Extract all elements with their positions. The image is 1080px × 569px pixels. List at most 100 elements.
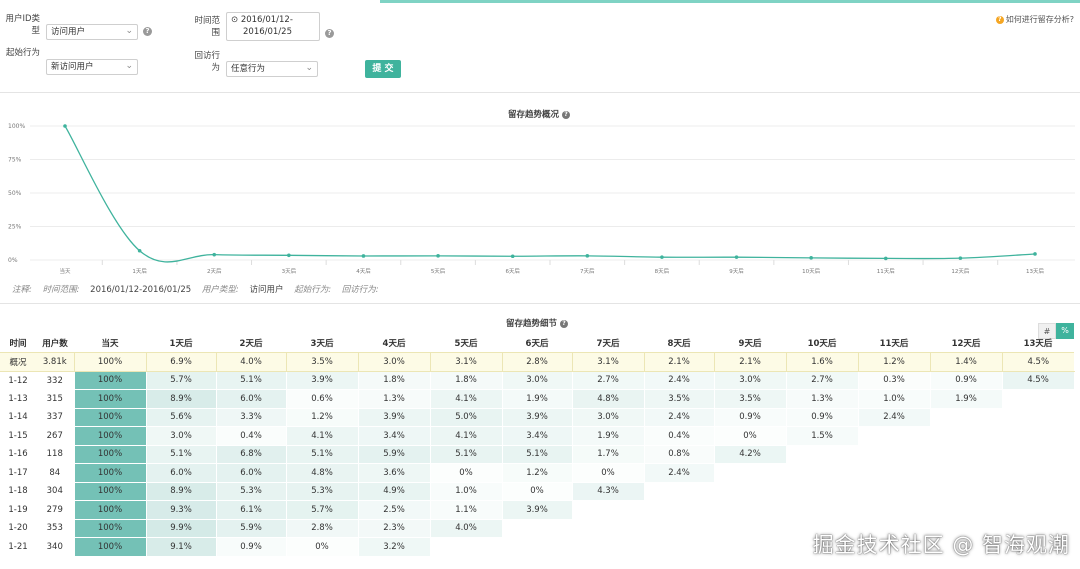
retention-cell[interactable]: 1.2% (501, 463, 573, 483)
retention-cell[interactable]: 0.9% (929, 370, 1003, 390)
retention-cell[interactable]: 0.4% (215, 426, 287, 446)
retention-cell[interactable]: 1.5% (785, 426, 859, 446)
retention-cell[interactable]: 1.2% (285, 407, 359, 427)
retention-cell[interactable]: 1.8% (357, 370, 431, 390)
retention-cell[interactable]: 0% (429, 463, 503, 483)
retention-cell[interactable]: 8.9% (145, 481, 217, 501)
user-id-type-select[interactable]: 访问用户 ⌄ (46, 24, 138, 40)
data-point[interactable] (436, 254, 440, 258)
data-point[interactable] (63, 124, 67, 128)
retention-cell[interactable]: 3.4% (501, 426, 573, 446)
retention-cell[interactable]: 3.9% (357, 407, 431, 427)
retention-cell[interactable]: 5.3% (285, 481, 359, 501)
retention-cell[interactable]: 3.0% (713, 370, 787, 390)
retention-cell[interactable]: 6.0% (215, 463, 287, 483)
retention-cell[interactable]: 9.3% (145, 500, 217, 520)
retention-cell[interactable]: 0% (501, 481, 573, 501)
data-point[interactable] (510, 254, 515, 259)
retention-cell[interactable]: 1.1% (429, 500, 503, 520)
retention-cell[interactable]: 4.1% (285, 426, 359, 446)
data-point[interactable] (660, 255, 664, 259)
retention-cell[interactable]: 2.5% (357, 500, 431, 520)
retention-cell[interactable]: 2.4% (643, 370, 715, 390)
data-point[interactable] (137, 248, 142, 253)
retention-cell[interactable]: 3.0% (501, 370, 573, 390)
data-point[interactable] (585, 254, 590, 258)
help-icon[interactable]: ? (325, 29, 334, 38)
start-action-select[interactable]: 新访问用户 ⌄ (46, 59, 138, 75)
retention-cell[interactable]: 2.4% (643, 463, 715, 483)
retention-cell[interactable]: 4.1% (429, 389, 503, 409)
data-point[interactable] (734, 255, 739, 259)
help-icon[interactable]: ? (560, 319, 569, 328)
retention-cell[interactable]: 3.5% (643, 389, 715, 409)
retention-cell[interactable]: 2.7% (785, 370, 859, 390)
retention-cell[interactable]: 0.9% (713, 407, 787, 427)
retention-cell[interactable]: 2.4% (643, 407, 715, 427)
retention-cell[interactable]: 4.3% (571, 481, 645, 501)
retention-cell[interactable]: 3.6% (357, 463, 431, 483)
retention-cell[interactable]: 100% (73, 389, 147, 409)
retention-cell[interactable]: 2.7% (571, 370, 645, 390)
retention-cell[interactable]: 5.7% (145, 370, 217, 390)
retention-cell[interactable]: 4.1% (429, 426, 503, 446)
retention-cell[interactable]: 2.3% (357, 518, 431, 538)
retention-cell[interactable]: 3.9% (285, 370, 359, 390)
data-point[interactable] (287, 253, 291, 258)
data-point[interactable] (883, 256, 888, 261)
retention-cell[interactable]: 0% (713, 426, 787, 446)
retention-cell[interactable]: 1.9% (571, 426, 645, 446)
retention-cell[interactable]: 3.3% (215, 407, 287, 427)
help-icon[interactable]: ? (143, 27, 152, 36)
retention-cell[interactable]: 100% (73, 500, 147, 520)
retention-cell[interactable]: 4.0% (429, 518, 503, 538)
retention-cell[interactable]: 100% (73, 537, 147, 557)
retention-cell[interactable]: 9.9% (145, 518, 217, 538)
retention-cell[interactable]: 3.2% (357, 537, 431, 557)
retention-cell[interactable]: 4.5% (1001, 370, 1075, 390)
data-point[interactable] (809, 256, 813, 260)
retention-cell[interactable]: 5.1% (215, 370, 287, 390)
retention-cell[interactable]: 3.4% (357, 426, 431, 446)
retention-cell[interactable]: 0% (571, 463, 645, 483)
retention-cell[interactable]: 3.5% (713, 389, 787, 409)
retention-cell[interactable]: 5.1% (285, 444, 359, 464)
return-action-select[interactable]: 任意行为 ⌄ (226, 61, 318, 77)
retention-cell[interactable]: 0.9% (215, 537, 287, 557)
retention-cell[interactable]: 6.0% (215, 389, 287, 409)
data-point[interactable] (361, 254, 366, 258)
help-link[interactable]: ? 如何进行留存分析? (995, 14, 1074, 25)
retention-cell[interactable]: 4.8% (571, 389, 645, 409)
retention-cell[interactable]: 2.8% (285, 518, 359, 538)
retention-cell[interactable]: 1.3% (785, 389, 859, 409)
retention-cell[interactable]: 9.1% (145, 537, 217, 557)
retention-cell[interactable]: 0.4% (643, 426, 715, 446)
retention-cell[interactable]: 1.3% (357, 389, 431, 409)
retention-cell[interactable]: 1.9% (929, 389, 1003, 409)
data-point[interactable] (212, 252, 217, 257)
retention-cell[interactable]: 6.8% (215, 444, 287, 464)
retention-cell[interactable]: 6.1% (215, 500, 287, 520)
retention-cell[interactable]: 100% (73, 481, 147, 501)
retention-cell[interactable]: 5.3% (215, 481, 287, 501)
retention-cell[interactable]: 3.0% (571, 407, 645, 427)
retention-cell[interactable]: 1.9% (501, 389, 573, 409)
retention-cell[interactable]: 0.8% (643, 444, 715, 464)
retention-cell[interactable]: 0.6% (285, 389, 359, 409)
retention-cell[interactable]: 100% (73, 444, 147, 464)
retention-cell[interactable]: 1.7% (571, 444, 645, 464)
retention-cell[interactable]: 5.1% (429, 444, 503, 464)
retention-cell[interactable]: 0.3% (857, 370, 931, 390)
retention-cell[interactable]: 4.9% (357, 481, 431, 501)
retention-cell[interactable]: 1.0% (429, 481, 503, 501)
retention-cell[interactable]: 5.1% (501, 444, 573, 464)
retention-cell[interactable]: 4.2% (713, 444, 787, 464)
retention-cell[interactable]: 0% (285, 537, 359, 557)
retention-cell[interactable]: 100% (73, 407, 147, 427)
retention-cell[interactable]: 100% (73, 463, 147, 483)
retention-cell[interactable]: 0.9% (785, 407, 859, 427)
submit-button[interactable]: 提 交 (365, 60, 401, 78)
retention-cell[interactable]: 100% (73, 370, 147, 390)
retention-cell[interactable]: 5.1% (145, 444, 217, 464)
retention-cell[interactable]: 8.9% (145, 389, 217, 409)
